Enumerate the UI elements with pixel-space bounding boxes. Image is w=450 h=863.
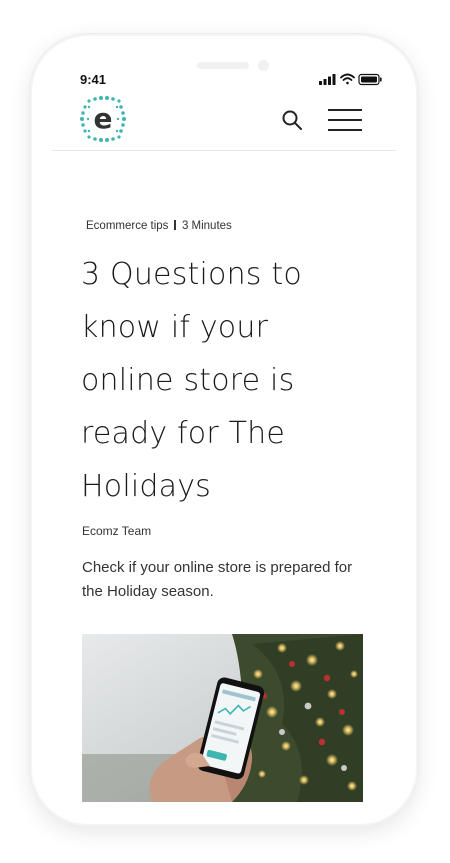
svg-text:e: e [94,102,113,135]
article-summary: Check if your online store is prepared f… [82,559,353,600]
article-title: 3 Questions to know if your online store… [81,257,302,504]
status-icons [319,73,382,86]
article-category[interactable]: Ecommerce tips [86,220,168,232]
status-time: 9:41 [80,72,107,87]
site-header: e [52,90,396,151]
search-button[interactable] [280,108,304,132]
article-read-time: 3 Minutes [181,220,232,232]
article-meta: Ecommerce tips 3 Minutes [86,220,232,232]
hamburger-menu-icon [328,109,362,111]
search-icon [282,110,302,130]
article-author: Ecomz Team [82,524,152,538]
hamburger-menu-button[interactable] [328,109,362,131]
wifi-icon [340,73,355,85]
hero-image [82,634,363,802]
speaker-grille [197,62,249,69]
cellular-signal-icon [319,74,336,85]
ecomz-logo[interactable]: e [79,95,127,143]
front-camera [258,60,269,71]
meta-separator [174,220,176,230]
battery-icon [358,73,382,86]
